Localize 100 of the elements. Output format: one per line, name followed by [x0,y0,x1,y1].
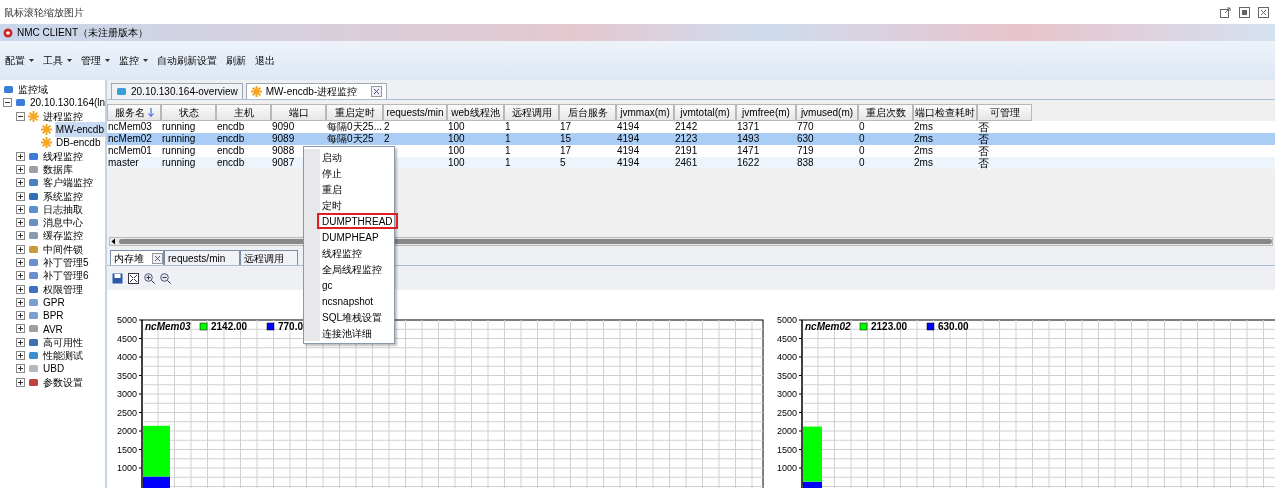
menu-item[interactable]: 连接池详细 [317,325,398,341]
menu-item[interactable]: 管理 [81,53,110,68]
column-header[interactable]: 重启定时 [326,104,383,121]
table-cell-text: 2461 [674,157,699,169]
menu-item[interactable]: SQL堆栈设置 [317,309,398,325]
expand-icon[interactable] [16,271,25,281]
tree-item[interactable]: AVR [42,321,64,337]
column-header[interactable]: requests/min [383,104,447,121]
expand-icon[interactable] [16,284,25,294]
column-header[interactable]: 远程调用 [504,104,559,121]
expand-icon[interactable] [16,244,25,254]
scroll-left-icon[interactable] [110,238,117,245]
tab[interactable]: 远程调用 [240,250,298,265]
tab[interactable]: 内存堆 [110,250,164,265]
column-header[interactable]: 重启次数 [858,104,913,121]
expand-icon[interactable] [16,151,25,161]
column-header[interactable]: 端口检查耗时 [913,104,977,121]
tree-item[interactable]: DB-encdb [55,135,102,151]
tree-item[interactable]: MW-encdb [54,122,105,138]
fit-icon[interactable] [128,272,139,284]
menu-item[interactable]: gc [317,277,398,293]
tree-item[interactable]: 高可用性 [42,334,84,350]
menu-item[interactable]: 全局线程监控 [317,261,398,277]
close-icon[interactable] [1258,6,1269,18]
tree-item[interactable]: 消息中心 [42,215,84,231]
table-cell-text: encdb [216,157,246,169]
expand-icon[interactable] [16,164,25,174]
y-tick-label: 5000 [116,315,137,325]
menu-item[interactable]: 工具 [43,53,72,68]
expand-icon[interactable] [16,258,25,267]
expand-icon[interactable] [16,218,25,228]
tree-item[interactable]: 中间件锁 [42,241,84,257]
menu-item[interactable]: 重启 [317,181,398,197]
column-header[interactable]: 端口 [271,104,326,121]
table-cell-text: 否 [977,121,990,133]
column-header[interactable]: 可管理 [977,104,1032,121]
tree-item[interactable]: 线程监控 [42,148,84,164]
tab-close-icon[interactable] [371,86,383,97]
menu-item[interactable]: 监控 [119,53,148,68]
tree-item[interactable]: 日志抽取 [42,201,84,217]
expand-icon[interactable] [16,178,25,188]
expand-icon[interactable] [16,364,25,374]
tree-item[interactable]: 系统监控 [42,188,84,204]
expand-icon[interactable] [16,191,25,201]
collapse-icon[interactable] [3,98,12,108]
menu-item[interactable]: 线程监控 [317,245,398,261]
menu-item[interactable]: 刷新 [226,53,246,68]
menu-item[interactable]: ncsnapshot [317,293,398,309]
asterisk-icon [250,86,262,97]
tree-item[interactable]: 监控域 [17,82,49,98]
tree-item[interactable]: UBD [42,361,66,377]
expand-icon[interactable] [16,204,25,214]
tree-item[interactable]: 权限管理 [42,281,84,297]
tree-item[interactable]: 进程监控 [42,108,84,124]
column-header[interactable]: 主机 [216,104,271,121]
popout-icon[interactable] [1220,6,1231,18]
column-header[interactable]: jvmused(m) [796,104,858,121]
column-header[interactable]: jvmtotal(m) [674,104,736,121]
expand-icon[interactable] [16,231,25,241]
tree-item[interactable]: 客户端监控 [42,175,94,191]
tree-item[interactable]: GPR [42,294,66,310]
table-row[interactable]: ncMem03 running encdb 9090 每隔0天25... 2 100 1 17 4194 2142 1371 770 0 2ms 否 [107,121,1275,133]
menu-item[interactable]: 配置 [5,53,34,68]
tab[interactable]: MW-encdb-进程监控 [245,83,388,99]
tree-item[interactable]: 补丁管理6 [42,268,90,284]
tree-item[interactable]: 补丁管理5 [42,255,90,270]
column-header[interactable]: 服务名 [107,104,161,121]
column-header[interactable]: 后台服务 [559,104,616,121]
node-icon [28,150,39,162]
expand-icon[interactable] [16,337,25,347]
menu-item[interactable]: 退出 [255,53,275,68]
maximize-icon[interactable] [1239,6,1250,18]
tab-close-icon[interactable] [152,252,163,264]
column-header[interactable]: 状态 [161,104,216,121]
tab[interactable]: requests/min [164,250,240,265]
table-row[interactable]: ncMem02 running encdb 9089 每隔0天25 2 100 1 15 4194 2123 1493 630 0 2ms 否 [107,133,1275,145]
column-header[interactable]: web线程池 [447,104,504,121]
tree-item[interactable]: 参数设置 [42,374,84,390]
expand-icon[interactable] [16,377,25,387]
menu-item[interactable]: 定时 [317,197,398,213]
expand-icon[interactable] [16,297,25,307]
save-icon[interactable] [112,272,123,284]
tree-item[interactable]: 数据库 [42,161,74,177]
tree-item[interactable]: 性能测试 [42,348,84,364]
collapse-icon[interactable] [16,111,25,121]
zoom-in-icon[interactable] [144,272,155,284]
column-header[interactable]: jvmmax(m) [616,104,674,121]
expand-icon[interactable] [16,311,25,321]
tree-item[interactable]: BPR [42,308,65,324]
expand-icon[interactable] [16,351,25,361]
menu-item[interactable]: DUMPHEAP [317,229,398,245]
expand-icon[interactable] [16,324,25,334]
table-cell-text: 0 [858,133,866,145]
tree-item[interactable]: 20.10.130.164(ln [29,95,105,111]
tab[interactable]: 20.10.130.164-overview [111,83,243,99]
tree-item[interactable]: 缓存监控 [42,228,84,244]
menu-item[interactable]: 自动刷新设置 [157,53,217,68]
column-header[interactable]: jvmfree(m) [736,104,796,121]
zoom-out-icon[interactable] [160,272,171,284]
menu-item[interactable]: DUMPTHREAD [317,213,398,229]
